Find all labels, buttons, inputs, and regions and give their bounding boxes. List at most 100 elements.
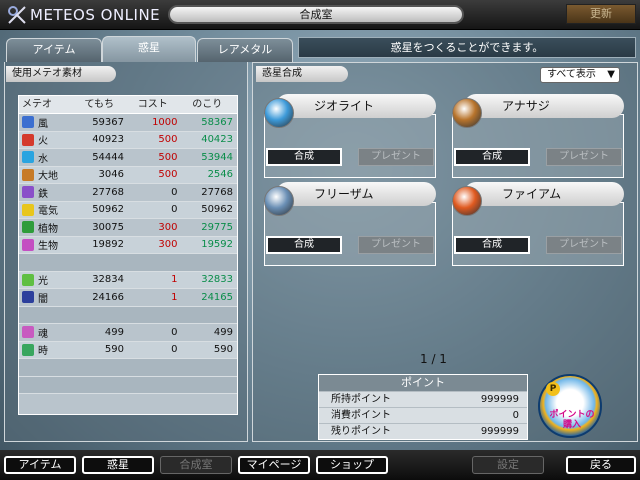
left-cell: 40423 bbox=[201, 134, 234, 146]
synthesis-section-label: 惑星合成 bbox=[256, 66, 348, 82]
nav-settings-button[interactable]: 設定 bbox=[472, 456, 544, 474]
filter-dropdown[interactable]: すべて表示 ▼ bbox=[540, 67, 620, 83]
update-button[interactable]: 更新 bbox=[566, 4, 636, 24]
points-value: 999999 bbox=[480, 426, 519, 437]
points-row-remaining: 残りポイント 999999 bbox=[319, 423, 527, 439]
tab-items[interactable]: アイテム bbox=[6, 38, 102, 62]
meteo-cell: 生物 bbox=[19, 237, 74, 252]
buy-points-button[interactable]: P ポイントの 購入 bbox=[538, 374, 602, 438]
water-icon bbox=[22, 151, 34, 164]
points-label: 消費ポイント bbox=[331, 410, 391, 421]
screen-title: 合成室 bbox=[168, 5, 464, 24]
meteo-cell: 火 bbox=[19, 132, 74, 147]
cost-cell: 0 bbox=[171, 204, 178, 216]
table-header: メテオ てもち コスト のこり bbox=[19, 96, 237, 114]
synthesize-button[interactable]: 合成 bbox=[454, 236, 530, 254]
materials-section-label: 使用メテオ素材 bbox=[6, 66, 116, 82]
freaze-planet-icon bbox=[264, 186, 294, 216]
planet-name: ジオライト bbox=[276, 94, 436, 118]
planet-name: フリーザム bbox=[276, 182, 436, 206]
nav-mypage-button[interactable]: マイページ bbox=[238, 456, 310, 474]
buy-points-line1: ポイントの bbox=[549, 410, 595, 420]
synthesize-button[interactable]: 合成 bbox=[454, 148, 530, 166]
left-cell: 29775 bbox=[201, 221, 234, 233]
tab-rare-metal[interactable]: レアメタル bbox=[197, 38, 293, 62]
col-have: てもち bbox=[84, 99, 114, 110]
meteo-name: 鉄 bbox=[38, 188, 48, 200]
have-cell: 54444 bbox=[92, 151, 124, 163]
buy-points-line2: 購入 bbox=[562, 420, 581, 430]
synthesize-button[interactable]: 合成 bbox=[266, 148, 342, 166]
synthesize-button[interactable]: 合成 bbox=[266, 236, 342, 254]
table-row: 風 59367 1000 58367 bbox=[19, 114, 237, 132]
points-box: ポイント 所持ポイント 999999 消費ポイント 0 残りポイント 99999… bbox=[318, 374, 528, 440]
table-row-empty bbox=[19, 359, 237, 377]
nav-planets-button[interactable]: 惑星 bbox=[82, 456, 154, 474]
table-row: 時 590 0 590 bbox=[19, 341, 237, 359]
logo: METEOS ONLINE bbox=[6, 3, 176, 27]
left-cell: 590 bbox=[213, 344, 234, 356]
table-row-empty bbox=[19, 306, 237, 324]
planet-card-body bbox=[452, 202, 624, 266]
nav-items-button[interactable]: アイテム bbox=[4, 456, 76, 474]
points-label: 残りポイント bbox=[331, 426, 391, 437]
left-cell: 24165 bbox=[201, 291, 234, 303]
planet-card-body bbox=[264, 114, 436, 178]
message-bar: 惑星をつくることができます。 bbox=[298, 37, 636, 58]
meteo-name: 火 bbox=[38, 136, 48, 148]
cost-cell: 300 bbox=[158, 239, 178, 251]
table-row: 植物 30075 300 29775 bbox=[19, 219, 237, 237]
meteo-name: 闇 bbox=[38, 293, 48, 305]
logo-text: METEOS ONLINE bbox=[30, 6, 161, 24]
cost-cell: 1 bbox=[171, 274, 178, 286]
points-title: ポイント bbox=[319, 375, 527, 391]
dark-icon bbox=[22, 291, 34, 304]
table-row-empty bbox=[19, 254, 237, 272]
planet-name: アナサジ bbox=[464, 94, 624, 118]
present-button[interactable]: プレゼント bbox=[358, 148, 434, 166]
light-icon bbox=[22, 273, 34, 286]
table-row: 水 54444 500 53944 bbox=[19, 149, 237, 167]
dropdown-arrow-icon: ▼ bbox=[607, 69, 615, 80]
have-cell: 50962 bbox=[92, 204, 124, 216]
planet-card: アナサジ合成 プレゼント bbox=[446, 94, 624, 178]
planet-card-body bbox=[452, 114, 624, 178]
have-cell: 19892 bbox=[92, 239, 124, 251]
have-cell: 24166 bbox=[92, 291, 124, 303]
nav-back-button[interactable]: 戻る bbox=[566, 456, 636, 474]
table-row: 大地 3046 500 2546 bbox=[19, 166, 237, 184]
left-cell: 27768 bbox=[201, 186, 234, 198]
left-cell: 2546 bbox=[207, 169, 234, 181]
planet-card: フリーザム合成 プレゼント bbox=[258, 182, 436, 266]
geolight-planet-icon bbox=[264, 98, 294, 128]
nav-synthesis-button[interactable]: 合成室 bbox=[160, 456, 232, 474]
table-row: 魂 499 0 499 bbox=[19, 324, 237, 342]
filter-dropdown-value: すべて表示 bbox=[547, 69, 596, 80]
have-cell: 59367 bbox=[92, 116, 124, 128]
nav-shop-button[interactable]: ショップ bbox=[316, 456, 388, 474]
meteo-name: 時 bbox=[38, 346, 48, 358]
meteos-logo-icon bbox=[6, 4, 28, 26]
present-button[interactable]: プレゼント bbox=[546, 236, 622, 254]
table-row: 鉄 27768 0 27768 bbox=[19, 184, 237, 202]
tab-planets[interactable]: 惑星 bbox=[102, 36, 196, 62]
have-cell: 590 bbox=[104, 344, 124, 356]
cost-cell: 500 bbox=[158, 134, 178, 146]
planet-card: ジオライト合成 プレゼント bbox=[258, 94, 436, 178]
have-cell: 3046 bbox=[98, 169, 124, 181]
present-button[interactable]: プレゼント bbox=[546, 148, 622, 166]
meteo-name: 電気 bbox=[38, 206, 58, 218]
meteo-name: 魂 bbox=[38, 328, 48, 340]
fire-icon bbox=[22, 133, 34, 146]
have-cell: 32834 bbox=[92, 274, 124, 286]
cost-cell: 0 bbox=[171, 326, 178, 338]
coin-icon: P bbox=[546, 382, 560, 396]
meteo-cell: 水 bbox=[19, 150, 74, 165]
col-left: のこり bbox=[192, 99, 223, 110]
earth-icon bbox=[22, 168, 34, 181]
left-cell: 50962 bbox=[201, 204, 234, 216]
meteo-cell: 鉄 bbox=[19, 185, 74, 200]
wind-icon bbox=[22, 116, 34, 129]
present-button[interactable]: プレゼント bbox=[358, 236, 434, 254]
points-row-spent: 消費ポイント 0 bbox=[319, 407, 527, 423]
